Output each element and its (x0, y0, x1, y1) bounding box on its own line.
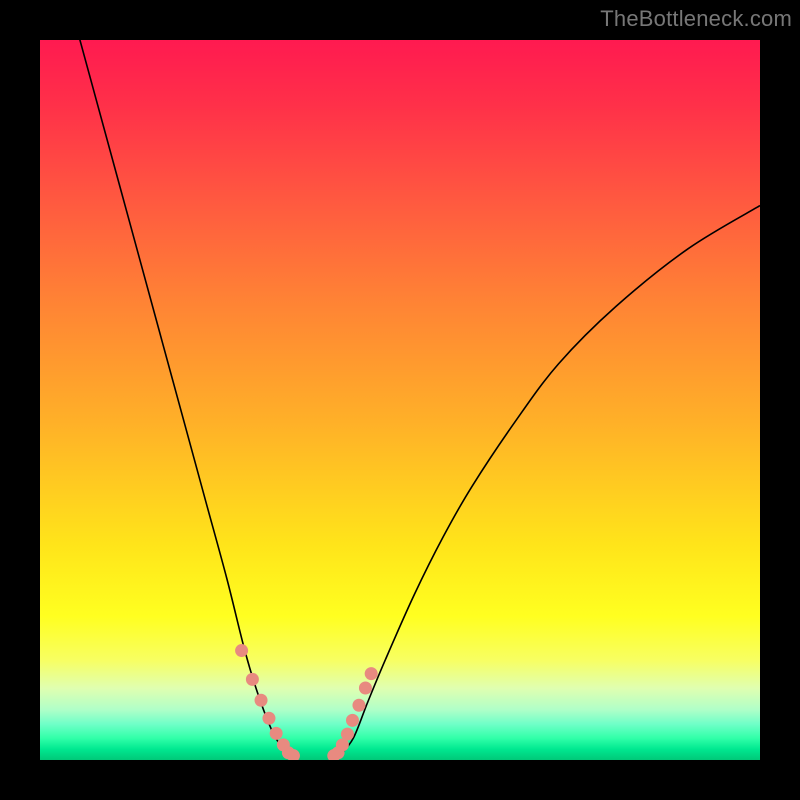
bead (262, 712, 275, 725)
chart-frame: TheBottleneck.com (0, 0, 800, 800)
curve-layer (40, 40, 760, 760)
bead (255, 694, 268, 707)
plot-area (40, 40, 760, 760)
beads-left (235, 644, 300, 760)
bead (359, 682, 372, 695)
curve-left (76, 40, 288, 756)
curve-right (339, 206, 760, 757)
bead (352, 699, 365, 712)
bead (365, 667, 378, 680)
watermark-text: TheBottleneck.com (600, 6, 792, 32)
bead (341, 728, 354, 741)
bead (346, 714, 359, 727)
beads-right (327, 667, 377, 760)
bead (246, 673, 259, 686)
bead (270, 727, 283, 740)
bead (235, 644, 248, 657)
